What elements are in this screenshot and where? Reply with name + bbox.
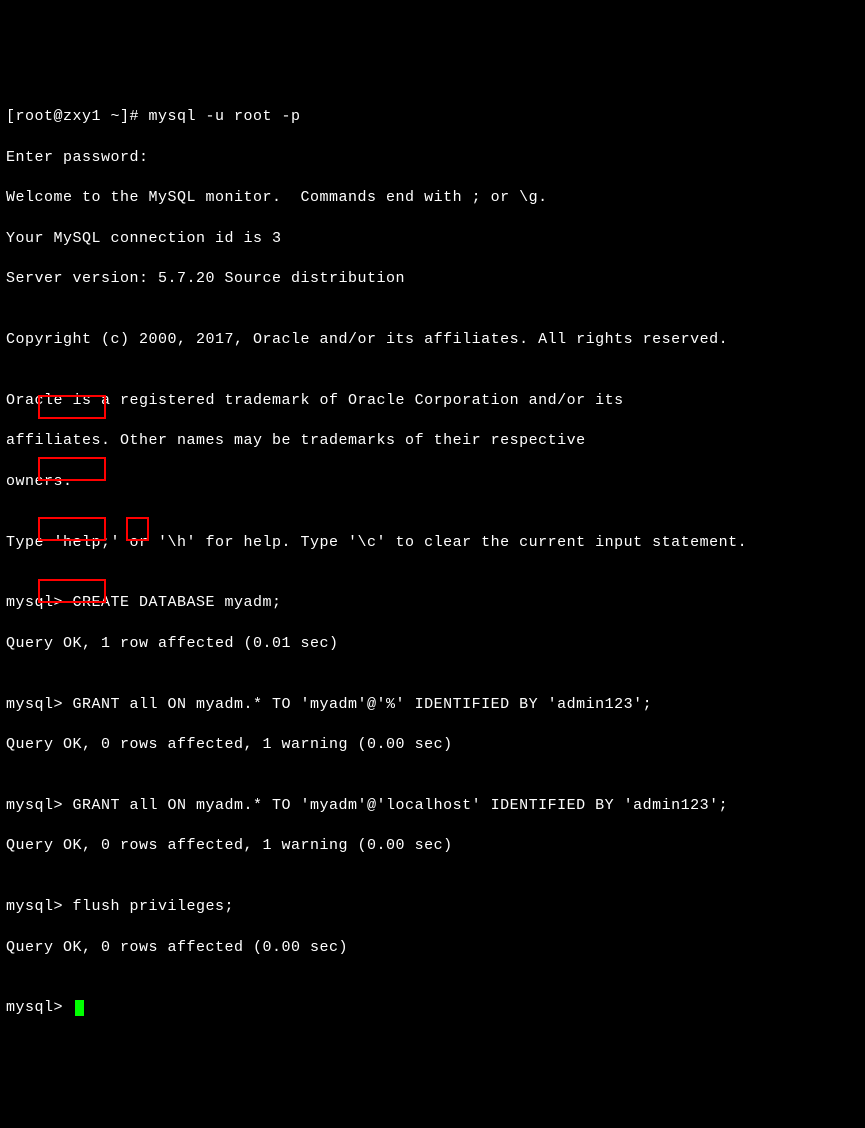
password-prompt: Enter password: xyxy=(6,148,859,168)
grant-command-2: mysql> GRANT all ON myadm.* TO 'myadm'@'… xyxy=(6,796,859,816)
query-result-1: Query OK, 1 row affected (0.01 sec) xyxy=(6,634,859,654)
mysql-prompt[interactable]: mysql> xyxy=(6,998,859,1018)
create-database-command: mysql> CREATE DATABASE myadm; xyxy=(6,593,859,613)
flush-privileges-command: mysql> flush privileges; xyxy=(6,897,859,917)
help-line: Type 'help;' or '\h' for help. Type '\c'… xyxy=(6,533,859,553)
grant-command-1: mysql> GRANT all ON myadm.* TO 'myadm'@'… xyxy=(6,695,859,715)
shell-prompt-line: [root@zxy1 ~]# mysql -u root -p xyxy=(6,107,859,127)
server-version-line: Server version: 5.7.20 Source distributi… xyxy=(6,269,859,289)
trademark-line-3: owners. xyxy=(6,472,859,492)
terminal-output[interactable]: [root@zxy1 ~]# mysql -u root -p Enter pa… xyxy=(6,87,859,1128)
welcome-line: Welcome to the MySQL monitor. Commands e… xyxy=(6,188,859,208)
connection-id-line: Your MySQL connection id is 3 xyxy=(6,229,859,249)
query-result-3: Query OK, 0 rows affected, 1 warning (0.… xyxy=(6,836,859,856)
trademark-line-2: affiliates. Other names may be trademark… xyxy=(6,431,859,451)
prompt-text: mysql> xyxy=(6,999,73,1016)
query-result-4: Query OK, 0 rows affected (0.00 sec) xyxy=(6,938,859,958)
copyright-line: Copyright (c) 2000, 2017, Oracle and/or … xyxy=(6,330,859,350)
query-result-2: Query OK, 0 rows affected, 1 warning (0.… xyxy=(6,735,859,755)
cursor-icon xyxy=(75,1000,84,1016)
trademark-line-1: Oracle is a registered trademark of Orac… xyxy=(6,391,859,411)
